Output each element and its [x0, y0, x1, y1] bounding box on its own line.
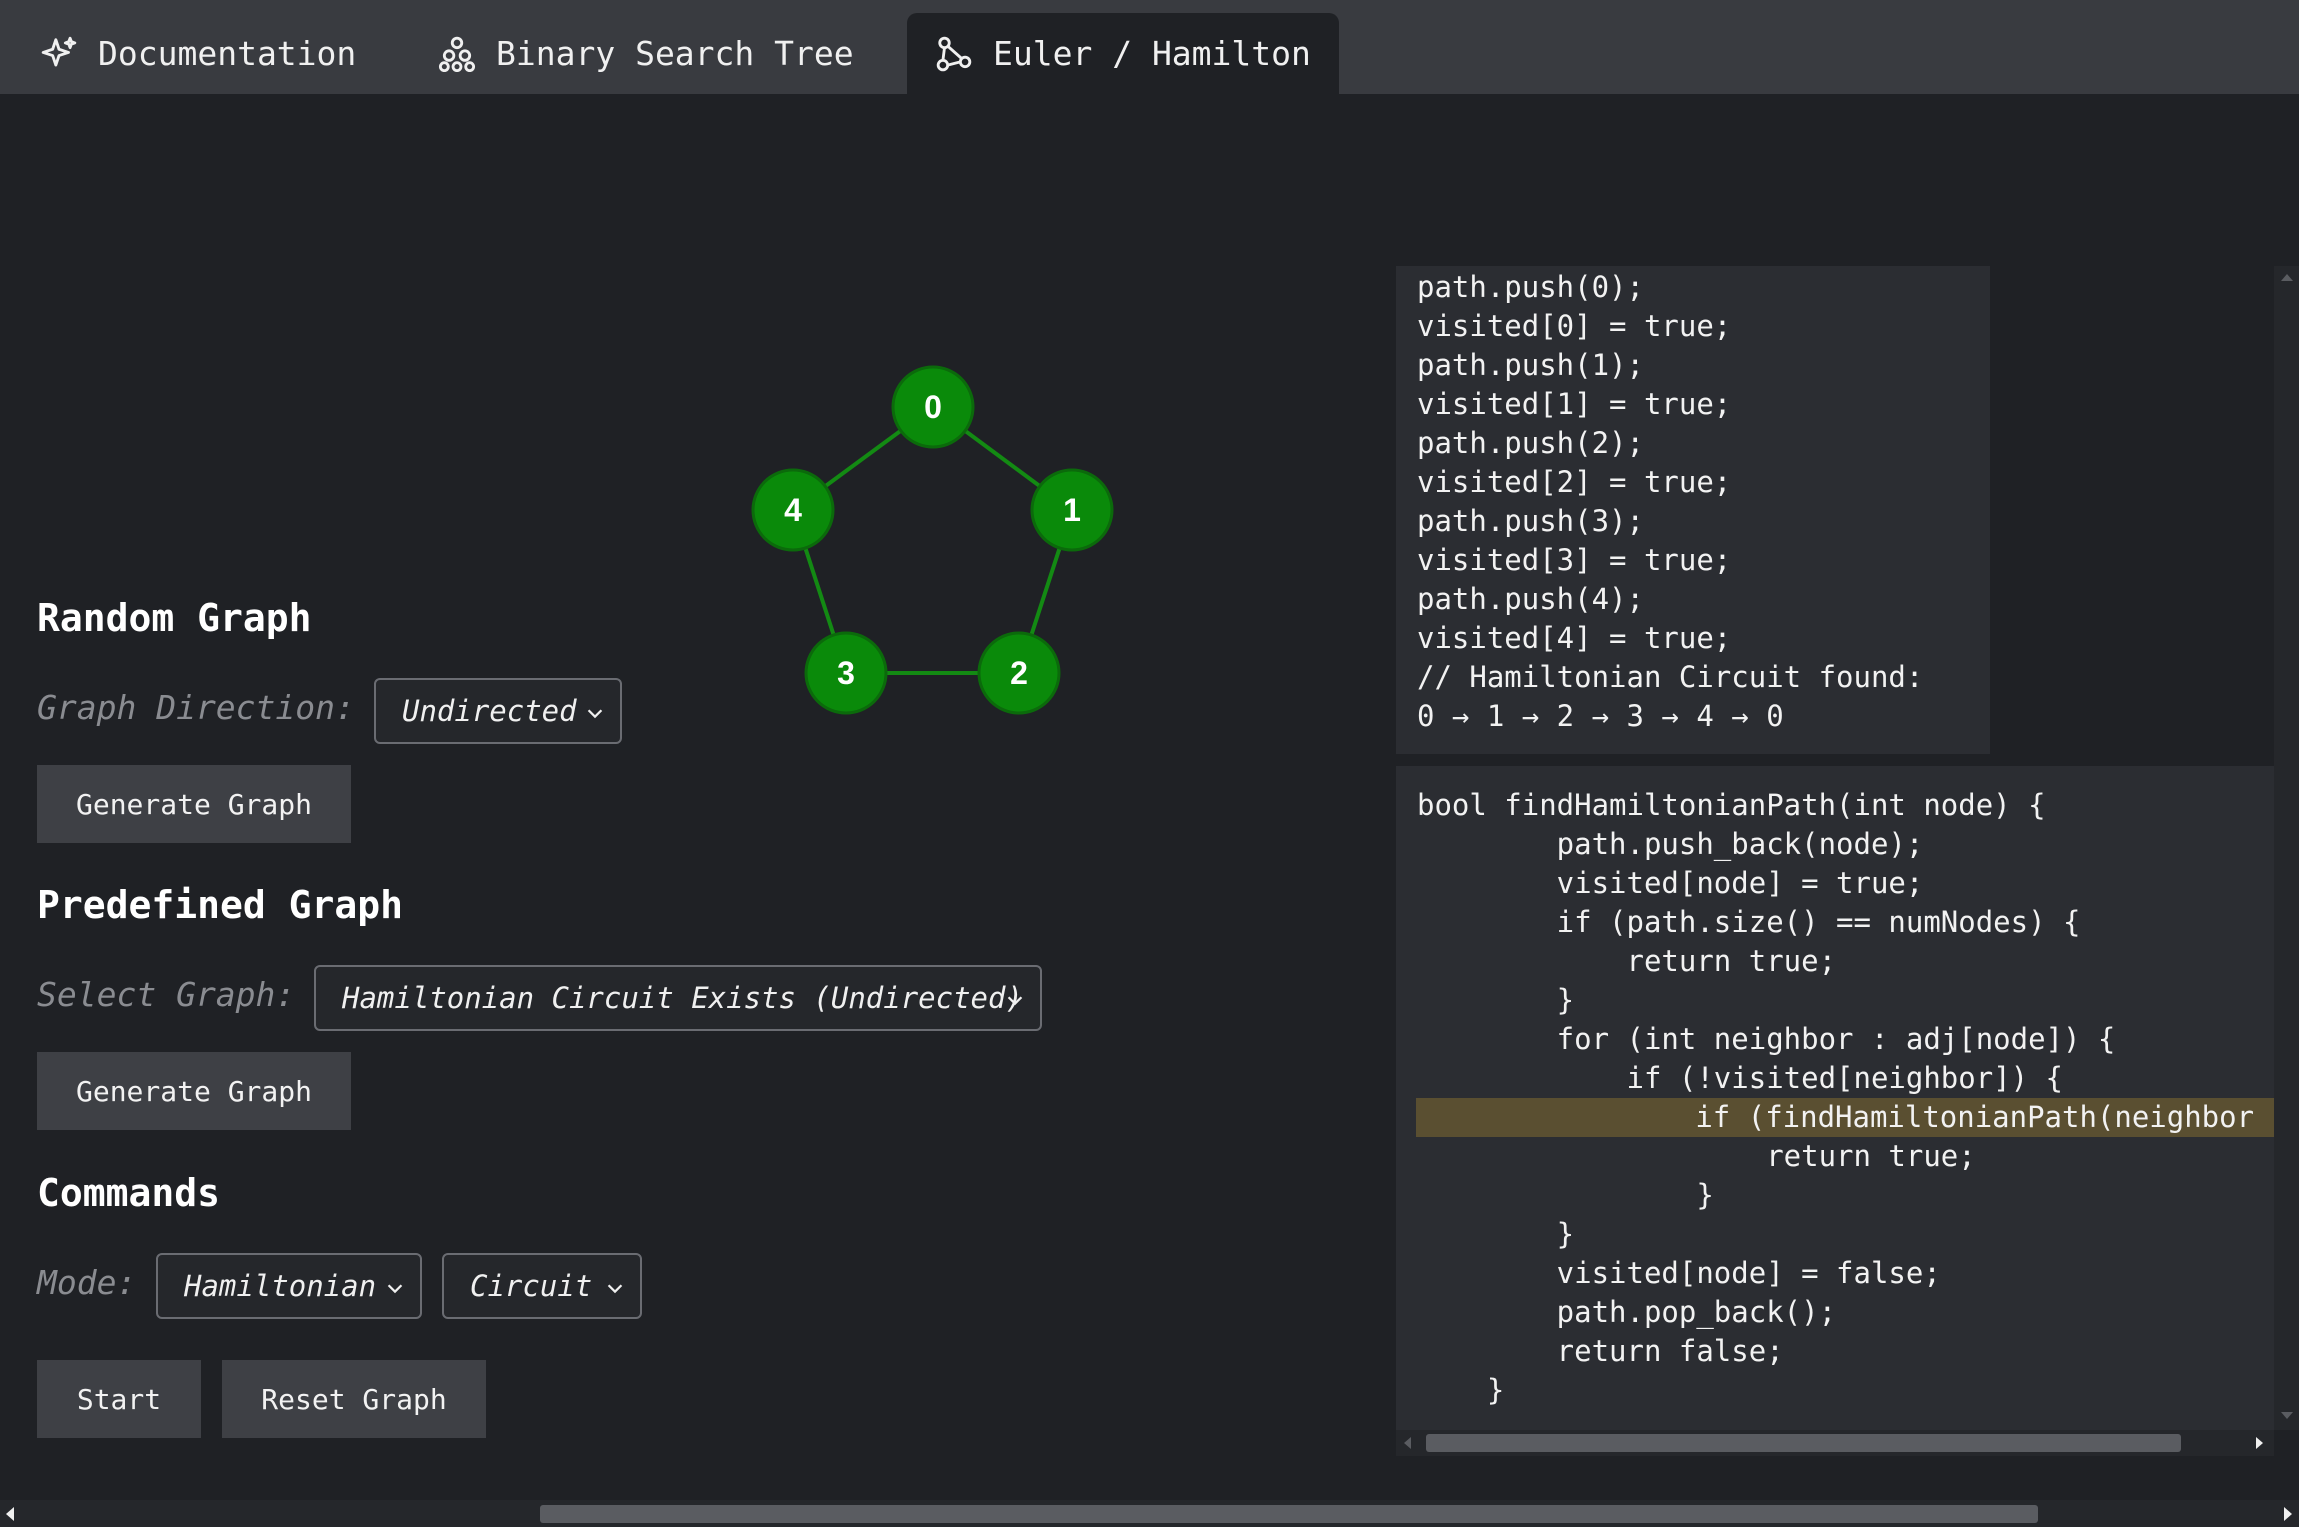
- graph-node-label: 0: [924, 389, 942, 425]
- generate-predefined-graph-button[interactable]: Generate Graph: [37, 1052, 351, 1130]
- code-line: }: [1417, 1373, 1505, 1407]
- log-line: 0 → 1 → 2 → 3 → 4 → 0: [1417, 699, 1784, 733]
- log-line: visited[0] = true;: [1417, 309, 1732, 343]
- code-line: if (path.size() == numNodes) {: [1417, 905, 2081, 939]
- scroll-right-icon[interactable]: [2284, 1507, 2292, 1521]
- graph-icon: [936, 36, 972, 71]
- path-type-value: Circuit: [470, 1269, 593, 1303]
- scroll-thumb[interactable]: [540, 1505, 2038, 1523]
- graph-node[interactable]: 2: [977, 631, 1061, 715]
- graph-node[interactable]: 4: [751, 468, 835, 552]
- chevron-down-icon: [1007, 996, 1023, 1006]
- code-line: bool findHamiltonianPath(int node) {: [1417, 788, 2046, 822]
- scroll-right-icon[interactable]: [2256, 1437, 2263, 1449]
- code-line: path.push_back(node);: [1417, 827, 1924, 861]
- code-line: return true;: [1417, 944, 1837, 978]
- graph-canvas: 0 1 2 3 4: [751, 365, 1114, 715]
- generate-random-graph-button[interactable]: Generate Graph: [37, 765, 351, 843]
- log-line: path.push(0);: [1417, 270, 1644, 304]
- tab-label: Binary Search Tree: [496, 34, 854, 73]
- code-line: visited[node] = true;: [1417, 866, 1924, 900]
- log-line: visited[4] = true;: [1417, 621, 1732, 655]
- log-line: visited[1] = true;: [1417, 387, 1732, 421]
- commands-heading: Commands: [37, 1171, 221, 1215]
- scroll-thumb[interactable]: [1426, 1434, 2181, 1452]
- chevron-down-icon: [587, 709, 603, 719]
- mode-select[interactable]: Hamiltonian: [156, 1253, 422, 1319]
- code-line: }: [1417, 1178, 1714, 1212]
- predefined-graph-select[interactable]: Hamiltonian Circuit Exists (Undirected): [314, 965, 1042, 1031]
- reset-graph-button[interactable]: Reset Graph: [222, 1360, 486, 1438]
- mode-value: Hamiltonian: [184, 1269, 377, 1303]
- tab-bar: Documentation Binary Search Tree Euler /…: [0, 0, 2299, 94]
- code-horizontal-scrollbar[interactable]: [1396, 1430, 2274, 1456]
- tab-label: Euler / Hamilton: [993, 34, 1311, 73]
- graph-direction-label: Graph Direction:: [37, 688, 355, 727]
- graph-node[interactable]: 3: [804, 631, 888, 715]
- code-line: visited[node] = false;: [1417, 1256, 1941, 1290]
- code-line: }: [1417, 983, 1575, 1017]
- chevron-down-icon: [607, 1284, 623, 1294]
- page-horizontal-scrollbar[interactable]: [0, 1500, 2299, 1527]
- graph-direction-value: Undirected: [402, 694, 577, 728]
- scroll-left-icon[interactable]: [6, 1507, 14, 1521]
- execution-log-panel: path.push(0); visited[0] = true; path.push…: [1396, 266, 1990, 754]
- code-line: if (!visited[neighbor]) {: [1417, 1061, 2064, 1095]
- code-line: return true;: [1417, 1139, 1976, 1173]
- tab-label: Documentation: [98, 34, 357, 73]
- tab-euler-hamilton[interactable]: Euler / Hamilton: [907, 13, 1339, 94]
- graph-node-label: 4: [784, 492, 802, 528]
- path-type-select[interactable]: Circuit: [442, 1253, 642, 1319]
- scroll-left-icon[interactable]: [1404, 1437, 1411, 1449]
- log-line: path.push(1);: [1417, 348, 1644, 382]
- log-line: visited[3] = true;: [1417, 543, 1732, 577]
- graph-node-label: 3: [837, 655, 855, 691]
- mode-label: Mode:: [37, 1263, 137, 1302]
- graph-node-label: 2: [1010, 655, 1028, 691]
- predefined-graph-value: Hamiltonian Circuit Exists (Undirected): [342, 981, 1023, 1015]
- code-line: for (int neighbor : adj[node]) {: [1417, 1022, 2116, 1056]
- highlighted-code-line: if (findHamiltonianPath(neighbor: [1416, 1098, 2274, 1137]
- tab-binary-search-tree[interactable]: Binary Search Tree: [438, 13, 854, 94]
- tab-documentation[interactable]: Documentation: [40, 13, 356, 94]
- graph-node[interactable]: 0: [891, 365, 975, 449]
- chevron-down-icon: [387, 1284, 403, 1294]
- random-graph-heading: Random Graph: [37, 596, 312, 640]
- vertical-scrollbar[interactable]: [2274, 266, 2299, 1430]
- code-line: path.pop_back();: [1417, 1295, 1837, 1329]
- code-line: return false;: [1417, 1334, 1784, 1368]
- log-line: // Hamiltonian Circuit found:: [1417, 660, 1924, 694]
- source-code-panel: bool findHamiltonianPath(int node) { pat…: [1396, 766, 2274, 1430]
- log-line: visited[2] = true;: [1417, 465, 1732, 499]
- log-line: path.push(4);: [1417, 582, 1644, 616]
- log-line: path.push(2);: [1417, 426, 1644, 460]
- graph-node[interactable]: 1: [1030, 468, 1114, 552]
- start-button[interactable]: Start: [37, 1360, 201, 1438]
- tree-icon: [438, 36, 476, 72]
- scroll-up-icon[interactable]: [2281, 274, 2293, 281]
- sparkle-icon: [41, 36, 77, 67]
- graph-direction-select[interactable]: Undirected: [374, 678, 622, 744]
- log-line: path.push(3);: [1417, 504, 1644, 538]
- code-line: }: [1417, 1217, 1575, 1251]
- select-graph-label: Select Graph:: [37, 975, 296, 1014]
- graph-node-label: 1: [1063, 492, 1081, 528]
- scroll-down-icon[interactable]: [2281, 1412, 2293, 1419]
- predefined-graph-heading: Predefined Graph: [37, 883, 404, 927]
